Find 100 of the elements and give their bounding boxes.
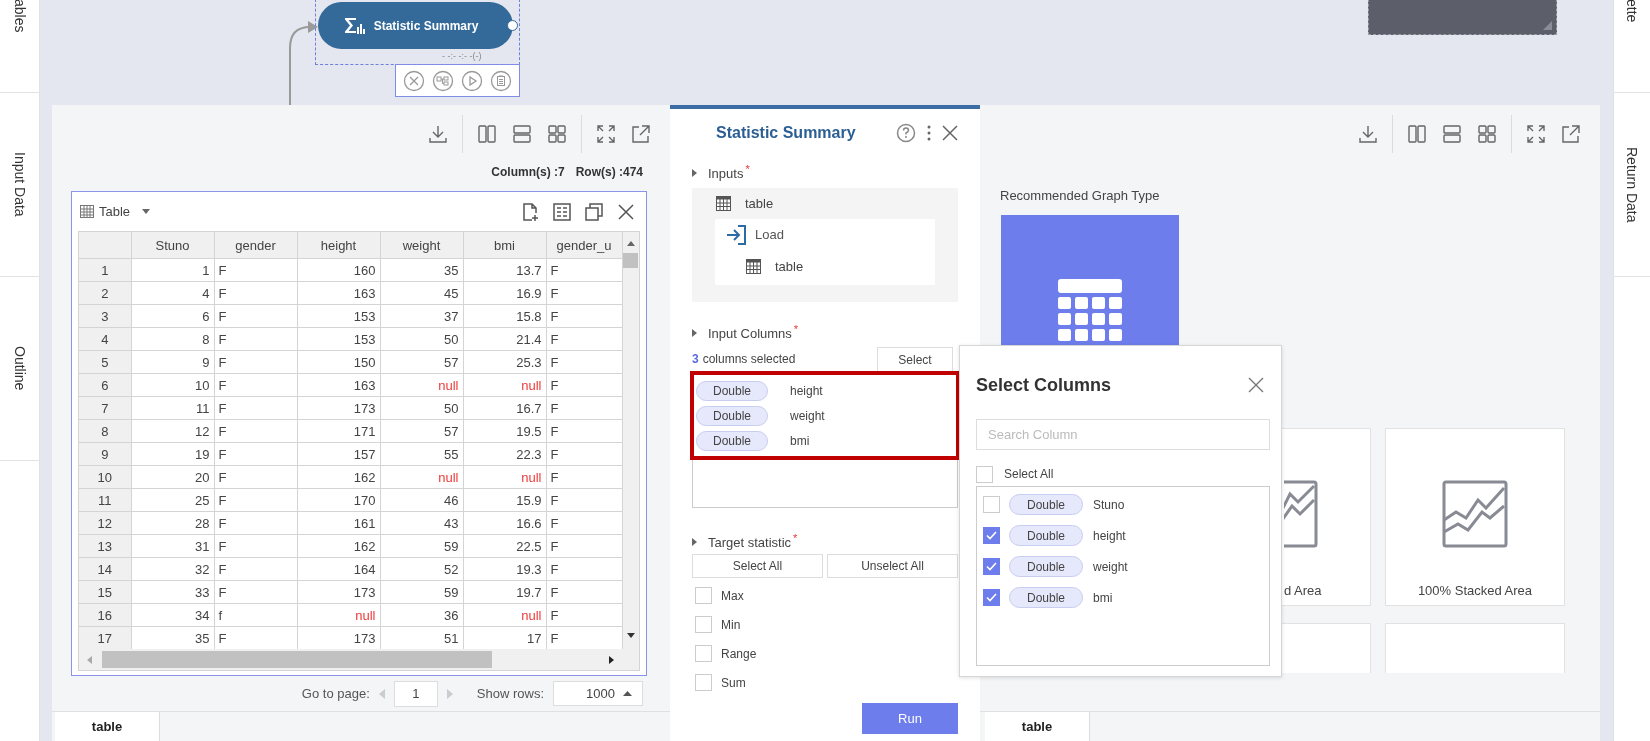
select-all-button[interactable]: Select All [692,554,823,578]
run-button[interactable]: Run [862,703,958,734]
rows-layout-icon[interactable] [511,123,533,145]
download-icon[interactable] [1357,123,1379,145]
page-field[interactable]: 1 [393,680,438,707]
rows-dropdown[interactable]: 1000 [553,681,643,706]
required-mark: * [793,532,798,544]
column-header[interactable]: bmi [463,232,546,259]
popout-icon[interactable] [630,123,652,145]
chart-type-label: 100% Stacked Area [1416,583,1534,598]
table-cell: F [546,396,622,420]
widget-title[interactable]: Table [99,204,131,219]
type-chip: Double [1009,525,1083,546]
columns-layout-icon[interactable] [1406,123,1428,145]
fullscreen-icon[interactable] [595,123,617,145]
popout-icon[interactable] [1560,123,1582,145]
side-tab[interactable]: Return Data [1623,146,1641,223]
checkbox[interactable] [976,465,993,483]
close-icon[interactable] [942,125,958,141]
scroll-up-icon[interactable] [625,240,636,246]
row-number: 12 [79,511,131,535]
close-icon[interactable] [616,201,636,222]
download-icon[interactable] [427,123,449,145]
play-circle-icon[interactable] [461,69,484,92]
column-header[interactable]: weight [380,232,463,259]
node-status: - -:- -:- -(-) [442,50,482,62]
workflow-node[interactable]: Statistic Summary [318,2,513,49]
scroll-right-icon[interactable] [609,654,615,665]
column-count-label: columns selected [702,352,796,366]
resize-grip-icon[interactable] [1543,21,1552,30]
column-header[interactable]: gender_u [546,232,622,259]
caret-icon[interactable] [692,538,698,546]
caret-icon[interactable] [692,329,698,337]
caret-down-icon[interactable] [141,208,152,215]
scroll-down-icon[interactable] [625,633,636,639]
caret-up-icon [623,691,632,696]
search-field[interactable]: Search Column [976,419,1270,450]
checkbox[interactable] [695,674,712,691]
tree-item[interactable]: table [775,259,804,274]
option-label: Max [721,588,744,603]
table-cell: 20 [131,465,214,489]
side-tab[interactable]: Outline [11,346,28,391]
tree-item[interactable]: Load [755,227,784,242]
table-cell: F [546,304,622,328]
branch-circle-icon[interactable] [431,69,454,92]
grid-layout-icon[interactable] [546,123,568,145]
table-cell: 19.5 [463,419,546,443]
side-tab[interactable]: Input Data [11,152,28,217]
table-cell: F [546,327,622,351]
table-cell: F [214,327,297,351]
output-port[interactable] [507,20,518,31]
column-count: 3 [692,352,699,366]
rows-label: Show rows: [476,686,544,701]
row-number: 3 [79,304,131,328]
column-header[interactable]: Stuno [131,232,214,259]
column-name: bmi [790,433,810,448]
table-cell: F [546,465,622,489]
table-cell: F [546,534,622,558]
checkbox[interactable] [695,587,712,604]
checkbox[interactable] [983,496,1000,513]
caret-icon[interactable] [692,169,698,177]
column-header[interactable]: height [297,232,380,259]
table-cell: 33 [131,580,214,604]
scroll-left-icon[interactable] [86,654,92,665]
grid-layout-icon[interactable] [1476,123,1498,145]
copy-icon[interactable] [584,201,604,222]
scroll-thumb[interactable] [102,651,492,668]
form-icon[interactable] [552,201,572,222]
row-number: 9 [79,442,131,466]
bottom-tab[interactable]: table [55,712,160,741]
table-cell: 36 [380,603,463,627]
close-circle-icon[interactable] [402,69,425,92]
scroll-thumb[interactable] [623,253,639,268]
unselect-all-button[interactable]: Unselect All [827,554,958,578]
tree-item[interactable]: table [745,196,774,211]
table-cell: null [297,603,380,627]
checkbox[interactable] [695,616,712,633]
minimap-panel[interactable] [1368,0,1557,35]
table-cell: F [546,258,622,282]
bottom-tab[interactable]: table [985,712,1090,741]
graph-type-tile[interactable] [1001,215,1179,345]
checkbox[interactable] [695,645,712,662]
fullscreen-icon[interactable] [1525,123,1547,145]
checkbox[interactable] [983,558,1000,575]
select-button[interactable]: Select [877,347,953,371]
table-cell: 37 [380,304,463,328]
table-cell: 157 [297,442,380,466]
help-icon[interactable] [896,123,916,143]
column-name: weight [790,408,825,423]
new-file-icon[interactable] [520,201,540,222]
columns-layout-icon[interactable] [476,123,498,145]
more-icon[interactable] [926,124,932,142]
close-icon[interactable] [1248,377,1264,393]
chart-card[interactable]: 100% Stacked Area [1385,428,1565,606]
check-icon [986,593,997,602]
clipboard-circle-icon[interactable] [490,69,513,92]
column-header[interactable]: gender [214,232,297,259]
checkbox[interactable] [983,527,1000,544]
checkbox[interactable] [983,589,1000,606]
rows-layout-icon[interactable] [1441,123,1463,145]
